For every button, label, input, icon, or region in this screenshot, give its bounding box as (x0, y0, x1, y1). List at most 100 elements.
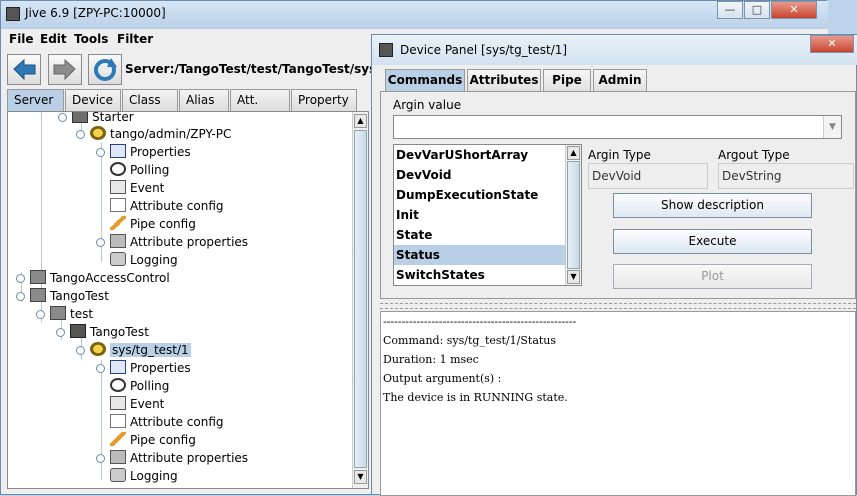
argout-type-field: DevString (718, 163, 854, 189)
arrow-right-icon (53, 58, 76, 81)
tree-node-admin-event[interactable]: Event (110, 179, 164, 197)
command-item[interactable]: SwitchStates (394, 265, 566, 285)
gear-device-icon (90, 342, 106, 356)
tree-node-admin-polling[interactable]: Polling (110, 161, 169, 179)
device-panel-title-bar[interactable]: Device Panel [sys/tg_test/1] ✕ (372, 35, 857, 65)
tree-node-tangotest-class[interactable]: TangoTest (56, 323, 149, 341)
command-item[interactable]: DevVarUShortArray (394, 145, 566, 165)
output-duration: Duration: 1 msec (383, 353, 479, 366)
pipe-icon (110, 216, 126, 230)
server-icon (72, 112, 88, 123)
tree-node-test[interactable]: test (36, 305, 93, 323)
tree-node-tangotest[interactable]: TangoTest (16, 287, 109, 305)
scroll-thumb[interactable] (354, 130, 367, 468)
tree-node-device-pipe-config[interactable]: Pipe config (110, 431, 196, 449)
tree-node-starter[interactable]: Starter (58, 112, 134, 126)
execute-button[interactable]: Execute (613, 229, 812, 254)
tree-toggle[interactable] (96, 148, 105, 157)
tree-toggle[interactable] (76, 130, 85, 139)
tree-node-device-logging[interactable]: Logging (110, 467, 178, 485)
server-icon (30, 270, 46, 284)
stack-icon (110, 450, 126, 464)
polling-icon (110, 378, 126, 392)
menu-file[interactable]: File (9, 32, 34, 46)
tree-toggle[interactable] (16, 274, 25, 283)
properties-icon (110, 360, 126, 374)
output-command: Command: sys/tg_test/1/Status (383, 334, 557, 347)
tab-server[interactable]: Server (7, 89, 64, 112)
command-item[interactable]: DevVoid (394, 165, 566, 185)
tree-node-admin-logging[interactable]: Logging (110, 251, 178, 269)
tab-class[interactable]: Class (122, 89, 178, 111)
tree-node-admin[interactable]: tango/admin/ZPY-PC (76, 125, 231, 143)
minimize-button[interactable]: — (717, 1, 743, 19)
device-panel-close-button[interactable]: ✕ (810, 35, 854, 53)
tree-node-admin-properties[interactable]: Properties (96, 143, 191, 161)
command-item-selected[interactable]: Status (394, 245, 566, 265)
tree-node-admin-pipe-config[interactable]: Pipe config (110, 215, 196, 233)
chevron-down-icon[interactable]: ▼ (823, 116, 841, 138)
server-icon (30, 288, 46, 302)
gear-device-icon (90, 126, 106, 140)
tree-toggle[interactable] (96, 238, 105, 247)
menu-edit[interactable]: Edit (40, 32, 67, 46)
tab-pipe[interactable]: Pipe (543, 69, 591, 91)
tree-node-device-event[interactable]: Event (110, 395, 164, 413)
menu-tools[interactable]: Tools (74, 32, 108, 46)
command-item[interactable]: DumpExecutionState (394, 185, 566, 205)
jive-title-bar[interactable]: Jive 6.9 [ZPY-PC:10000] — □ ✕ (1, 1, 828, 29)
document-icon (110, 414, 126, 428)
document-icon (110, 198, 126, 212)
tree-toggle[interactable] (56, 328, 65, 337)
output-argument-label: Output argument(s) : (383, 372, 502, 385)
close-button[interactable]: ✕ (771, 1, 817, 19)
tree-node-admin-attribute-config[interactable]: Attribute config (110, 197, 224, 215)
back-button[interactable] (7, 54, 41, 85)
command-list-scrollbar[interactable]: ▲ ▼ (565, 145, 581, 285)
command-list[interactable]: DevVarUShortArray DevVoid DumpExecutionS… (393, 144, 582, 286)
stack-icon (110, 234, 126, 248)
argin-type-field: DevVoid (588, 163, 708, 189)
tree-node-device-polling[interactable]: Polling (110, 377, 169, 395)
tree-node-device-properties[interactable]: Properties (96, 359, 191, 377)
scroll-up-arrow[interactable]: ▲ (354, 114, 367, 128)
refresh-button[interactable] (88, 54, 122, 85)
tree-toggle[interactable] (96, 364, 105, 373)
tab-property[interactable]: Property (291, 89, 357, 111)
maximize-button[interactable]: □ (744, 1, 770, 19)
tree-node-admin-attribute-properties[interactable]: Attribute properties (96, 233, 248, 251)
argin-input[interactable]: ▼ (393, 115, 842, 139)
forward-button[interactable] (48, 54, 82, 85)
show-description-button[interactable]: Show description (613, 193, 812, 218)
plot-button[interactable]: Plot (613, 264, 812, 289)
tree-toggle[interactable] (58, 113, 67, 122)
tree-node-tango-access-control[interactable]: TangoAccessControl (16, 269, 170, 287)
tree-toggle[interactable] (96, 454, 105, 463)
jive-window-title: Jive 6.9 [ZPY-PC:10000] (25, 6, 166, 20)
scroll-down-arrow[interactable]: ▼ (567, 270, 580, 284)
tree-node-device-attribute-config[interactable]: Attribute config (110, 413, 224, 431)
scroll-down-arrow[interactable]: ▼ (354, 470, 367, 484)
tab-admin[interactable]: Admin (593, 69, 647, 91)
command-item[interactable]: State (394, 225, 566, 245)
output-area[interactable]: ----------------------------------------… (380, 311, 856, 496)
tab-commands[interactable]: Commands (385, 69, 465, 91)
tree-node-device-attribute-properties[interactable]: Attribute properties (96, 449, 248, 467)
device-panel-window: Device Panel [sys/tg_test/1] ✕ Commands … (371, 34, 857, 496)
tab-attributes[interactable]: Attributes (467, 69, 541, 91)
split-pane-divider[interactable] (380, 303, 856, 309)
tab-alias[interactable]: Alias (179, 89, 229, 111)
tree-node-device[interactable]: sys/tg_test/1 (76, 341, 191, 359)
pipe-icon (110, 432, 126, 446)
command-item[interactable]: Init (394, 205, 566, 225)
tree-toggle[interactable] (36, 310, 45, 319)
menu-filter[interactable]: Filter (117, 32, 153, 46)
tab-att-alias[interactable]: Att. Alias (230, 89, 290, 127)
tree-scrollbar[interactable]: ▲ ▼ (352, 112, 368, 488)
logging-icon (110, 252, 126, 266)
scroll-up-arrow[interactable]: ▲ (567, 146, 580, 160)
scroll-thumb[interactable] (567, 161, 580, 269)
tree-toggle[interactable] (76, 346, 85, 355)
tab-device[interactable]: Device (65, 89, 121, 111)
tree-toggle[interactable] (16, 292, 25, 301)
